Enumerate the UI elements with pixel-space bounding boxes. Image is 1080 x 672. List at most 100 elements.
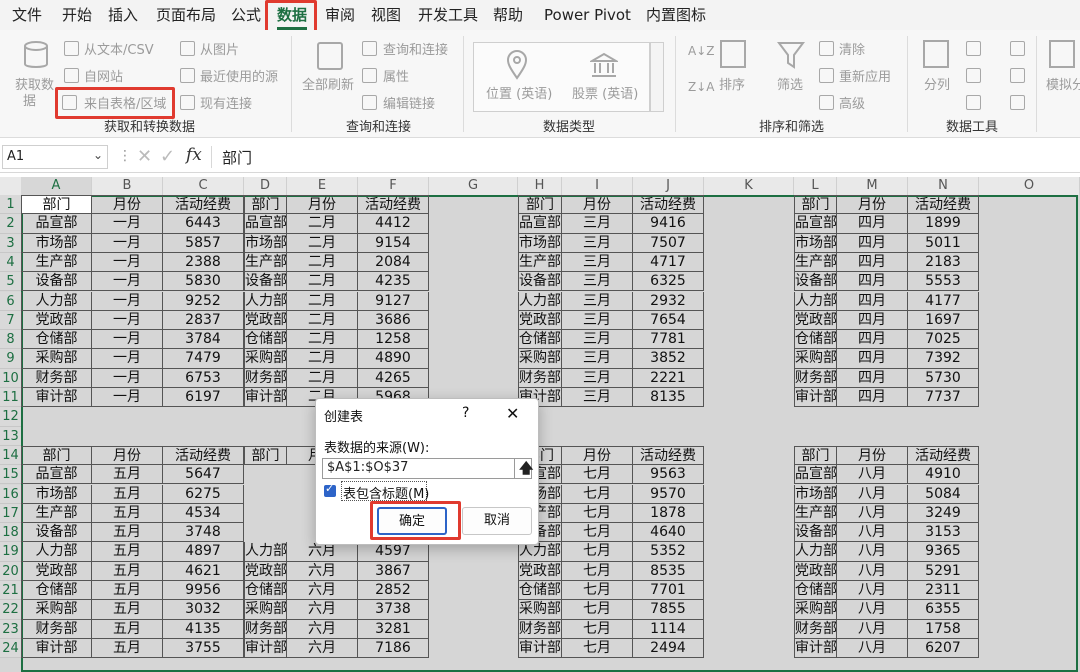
more-options-icon[interactable]: ⋮ bbox=[118, 148, 132, 164]
advanced-button[interactable]: 高级 bbox=[839, 93, 865, 112]
table-cell[interactable]: 一月 bbox=[92, 330, 163, 350]
menu-view[interactable]: 视图 bbox=[371, 0, 401, 30]
table-cell[interactable]: 二月 bbox=[287, 291, 358, 311]
table-cell[interactable]: 党政部 bbox=[794, 561, 837, 581]
table-cell[interactable]: 7025 bbox=[908, 330, 979, 350]
table-cell[interactable]: 月份 bbox=[92, 195, 163, 215]
table-cell[interactable]: 八月 bbox=[837, 523, 908, 543]
table-cell[interactable]: 2311 bbox=[908, 581, 979, 601]
table-cell[interactable]: 1878 bbox=[633, 503, 704, 524]
table-cell[interactable]: 5730 bbox=[908, 368, 979, 388]
table-cell[interactable]: 人力部 bbox=[794, 291, 837, 311]
table-cell[interactable]: 七月 bbox=[562, 542, 633, 562]
table-cell[interactable]: 2221 bbox=[633, 368, 704, 388]
help-button[interactable]: ? bbox=[462, 405, 469, 421]
table-cell[interactable]: 3249 bbox=[908, 503, 979, 524]
properties-button[interactable]: 属性 bbox=[383, 66, 409, 85]
table-cell[interactable]: 4910 bbox=[908, 465, 979, 485]
table-cell[interactable]: 一月 bbox=[92, 272, 163, 292]
table-cell[interactable]: 仓储部 bbox=[518, 581, 562, 601]
table-cell[interactable]: 六月 bbox=[287, 600, 358, 620]
table-cell[interactable]: 活动经费 bbox=[633, 195, 704, 215]
table-cell[interactable]: 三月 bbox=[562, 233, 633, 253]
column-header[interactable]: D bbox=[244, 177, 287, 195]
table-cell[interactable]: 仓储部 bbox=[21, 581, 92, 601]
what-if-button[interactable]: 模拟分 bbox=[1046, 74, 1080, 93]
close-icon[interactable]: ✕ bbox=[506, 404, 519, 423]
column-header[interactable]: C bbox=[163, 177, 244, 195]
table-cell[interactable]: 7186 bbox=[358, 638, 429, 659]
table-cell[interactable]: 市场部 bbox=[21, 233, 92, 253]
table-cell[interactable]: 一月 bbox=[92, 233, 163, 253]
table-cell[interactable]: 6355 bbox=[908, 600, 979, 620]
table-cell[interactable]: 生产部 bbox=[794, 252, 837, 273]
table-cell[interactable]: 5011 bbox=[908, 233, 979, 253]
table-cell[interactable]: 三月 bbox=[562, 368, 633, 388]
table-cell[interactable]: 4265 bbox=[358, 368, 429, 388]
table-cell[interactable]: 品宣部 bbox=[21, 214, 92, 234]
table-cell[interactable]: 一月 bbox=[92, 368, 163, 388]
table-cell[interactable]: 9956 bbox=[163, 581, 244, 601]
row-header[interactable]: 2 bbox=[0, 214, 21, 234]
table-cell[interactable]: 审计部 bbox=[794, 638, 837, 659]
table-cell[interactable]: 3755 bbox=[163, 638, 244, 659]
table-cell[interactable]: 4890 bbox=[358, 349, 429, 369]
table-cell[interactable]: 生产部 bbox=[21, 252, 92, 273]
remove-duplicates-icon[interactable] bbox=[966, 68, 981, 83]
table-cell[interactable]: 二月 bbox=[287, 349, 358, 369]
table-cell[interactable]: 八月 bbox=[837, 503, 908, 524]
table-cell[interactable]: 二月 bbox=[287, 252, 358, 273]
row-header[interactable]: 1 bbox=[0, 195, 21, 215]
table-cell[interactable]: 一月 bbox=[92, 252, 163, 273]
table-cell[interactable]: 4177 bbox=[908, 291, 979, 311]
existing-connections-button[interactable]: 现有连接 bbox=[200, 93, 252, 112]
column-header[interactable]: K bbox=[704, 177, 794, 195]
table-cell[interactable]: 5857 bbox=[163, 233, 244, 253]
menu-file[interactable]: 文件 bbox=[12, 0, 42, 30]
table-cell[interactable]: 六月 bbox=[287, 581, 358, 601]
table-cell[interactable]: 二月 bbox=[287, 310, 358, 331]
table-cell[interactable]: 七月 bbox=[562, 503, 633, 524]
table-cell[interactable]: 5084 bbox=[908, 484, 979, 504]
filter-button[interactable]: 筛选 bbox=[777, 74, 803, 93]
table-cell[interactable]: 9127 bbox=[358, 291, 429, 311]
table-cell[interactable]: 仓储部 bbox=[794, 581, 837, 601]
table-cell[interactable]: 3281 bbox=[358, 619, 429, 639]
menu-power-pivot[interactable]: Power Pivot bbox=[544, 0, 631, 30]
table-cell[interactable]: 3867 bbox=[358, 561, 429, 581]
table-cell[interactable]: 二月 bbox=[287, 272, 358, 292]
table-cell[interactable]: 活动经费 bbox=[633, 445, 704, 466]
table-cell[interactable]: 采购部 bbox=[518, 349, 562, 369]
table-cell[interactable]: 活动经费 bbox=[358, 195, 429, 215]
table-cell[interactable]: 5647 bbox=[163, 465, 244, 485]
table-cell[interactable]: 财务部 bbox=[518, 619, 562, 639]
table-cell[interactable]: 生产部 bbox=[21, 503, 92, 524]
table-cell[interactable]: 七月 bbox=[562, 600, 633, 620]
table-cell[interactable]: 3852 bbox=[633, 349, 704, 369]
table-cell[interactable]: 七月 bbox=[562, 638, 633, 659]
table-cell[interactable]: 人力部 bbox=[794, 542, 837, 562]
table-cell[interactable]: 7392 bbox=[908, 349, 979, 369]
table-cell[interactable]: 6197 bbox=[163, 388, 244, 408]
table-cell[interactable]: 采购部 bbox=[21, 600, 92, 620]
table-cell[interactable]: 4597 bbox=[358, 542, 429, 562]
cancel-button[interactable]: 取消 bbox=[462, 507, 532, 535]
table-cell[interactable]: 五月 bbox=[92, 638, 163, 659]
table-cell[interactable]: 2388 bbox=[163, 252, 244, 273]
row-header[interactable]: 20 bbox=[0, 561, 21, 581]
table-cell[interactable]: 2084 bbox=[358, 252, 429, 273]
table-cell[interactable]: 三月 bbox=[562, 272, 633, 292]
table-cell[interactable]: 市场部 bbox=[794, 484, 837, 504]
table-cell[interactable]: 活动经费 bbox=[908, 195, 979, 215]
table-cell[interactable]: 设备部 bbox=[21, 523, 92, 543]
table-cell[interactable]: 5291 bbox=[908, 561, 979, 581]
table-cell[interactable]: 活动经费 bbox=[908, 445, 979, 466]
table-cell[interactable]: 1114 bbox=[633, 619, 704, 639]
table-cell[interactable]: 六月 bbox=[287, 638, 358, 659]
table-cell[interactable]: 人力部 bbox=[244, 291, 287, 311]
table-cell[interactable]: 6753 bbox=[163, 368, 244, 388]
table-cell[interactable]: 品宣部 bbox=[794, 465, 837, 485]
table-cell[interactable]: 八月 bbox=[837, 619, 908, 639]
queries-connections-button[interactable]: 查询和连接 bbox=[383, 39, 448, 58]
gallery-scrollbar[interactable] bbox=[650, 42, 664, 112]
